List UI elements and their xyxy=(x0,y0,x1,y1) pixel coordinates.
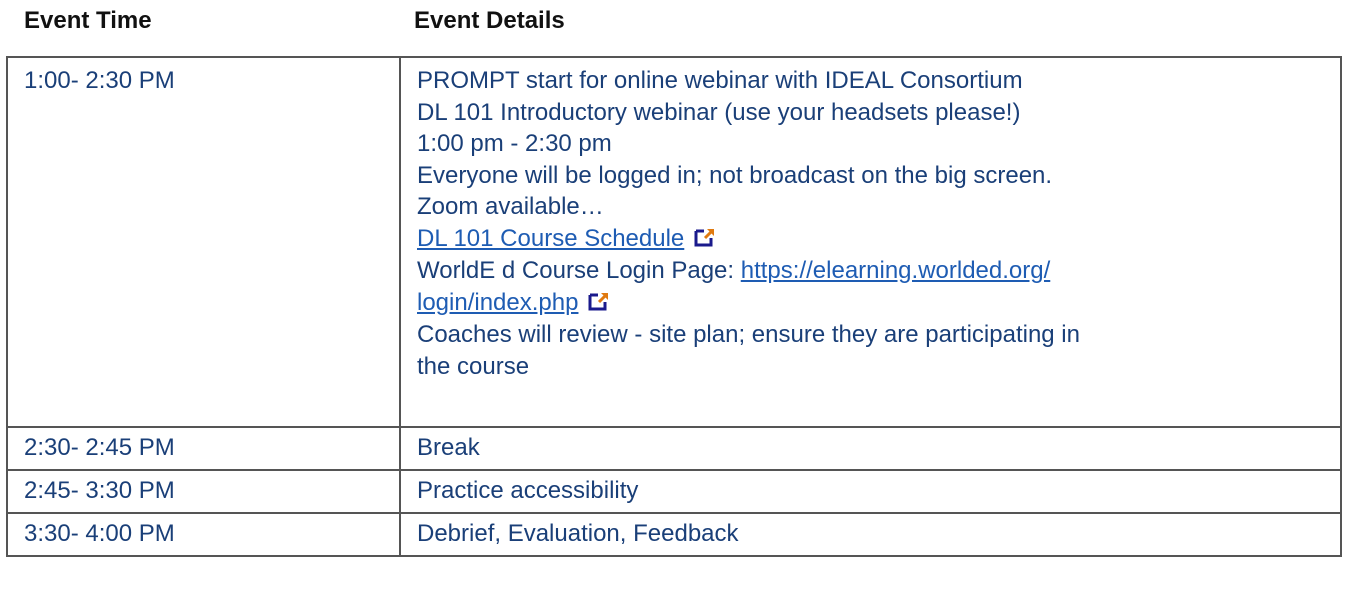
table-header: Event Time Event Details xyxy=(0,0,1347,55)
details-line: Zoom available… xyxy=(417,193,604,220)
details-line: Everyone will be logged in; not broadcas… xyxy=(417,161,1053,189)
external-link-icon[interactable] xyxy=(588,288,610,320)
event-details-cell: Debrief, Evaluation, Feedback xyxy=(399,512,1342,557)
details-line: DL 101 Introductory webinar (use your he… xyxy=(417,98,1021,126)
table-row: 3:30- 4:00 PM Debrief, Evaluation, Feedb… xyxy=(6,512,1342,557)
table-row: 1:00- 2:30 PM PROMPT start for online we… xyxy=(6,56,1342,428)
login-line-continued: login/index.php xyxy=(417,287,1328,320)
table-row: 2:30- 2:45 PM Break xyxy=(6,426,1342,471)
login-prefix-text: WorldE d Course Login Page: xyxy=(417,257,741,284)
course-schedule-link[interactable]: DL 101 Course Schedule xyxy=(417,225,684,252)
schedule-table: 1:00- 2:30 PM PROMPT start for online we… xyxy=(6,56,1342,557)
details-line: the course xyxy=(417,352,530,380)
event-time-cell: 1:00- 2:30 PM xyxy=(6,56,401,428)
external-link-icon[interactable] xyxy=(694,224,716,256)
details-line: Coaches will review - site plan; ensure … xyxy=(417,321,1080,348)
event-details-cell: Practice accessibility xyxy=(399,469,1342,514)
event-details-cell: Break xyxy=(399,426,1342,471)
event-time-cell: 2:30- 2:45 PM xyxy=(6,426,401,471)
login-line: WorldE d Course Login Page: https://elea… xyxy=(417,255,1328,287)
details-line: PROMPT start for online webinar with IDE… xyxy=(417,67,1023,94)
event-time-cell: 2:45- 3:30 PM xyxy=(6,469,401,514)
table-row: 2:45- 3:30 PM Practice accessibility xyxy=(6,469,1342,514)
event-details-cell: PROMPT start for online webinar with IDE… xyxy=(399,56,1342,428)
details-line: 1:00 pm - 2:30 pm xyxy=(417,130,612,157)
schedule-line: DL 101 Course Schedule xyxy=(417,223,1328,256)
column-header-event-details: Event Details xyxy=(414,7,565,34)
column-header-event-time: Event Time xyxy=(24,7,152,34)
login-url-link[interactable]: https://elearning.worlded.org/ xyxy=(741,257,1051,284)
login-url-link-continued[interactable]: login/index.php xyxy=(417,289,578,316)
event-time-cell: 3:30- 4:00 PM xyxy=(6,512,401,557)
